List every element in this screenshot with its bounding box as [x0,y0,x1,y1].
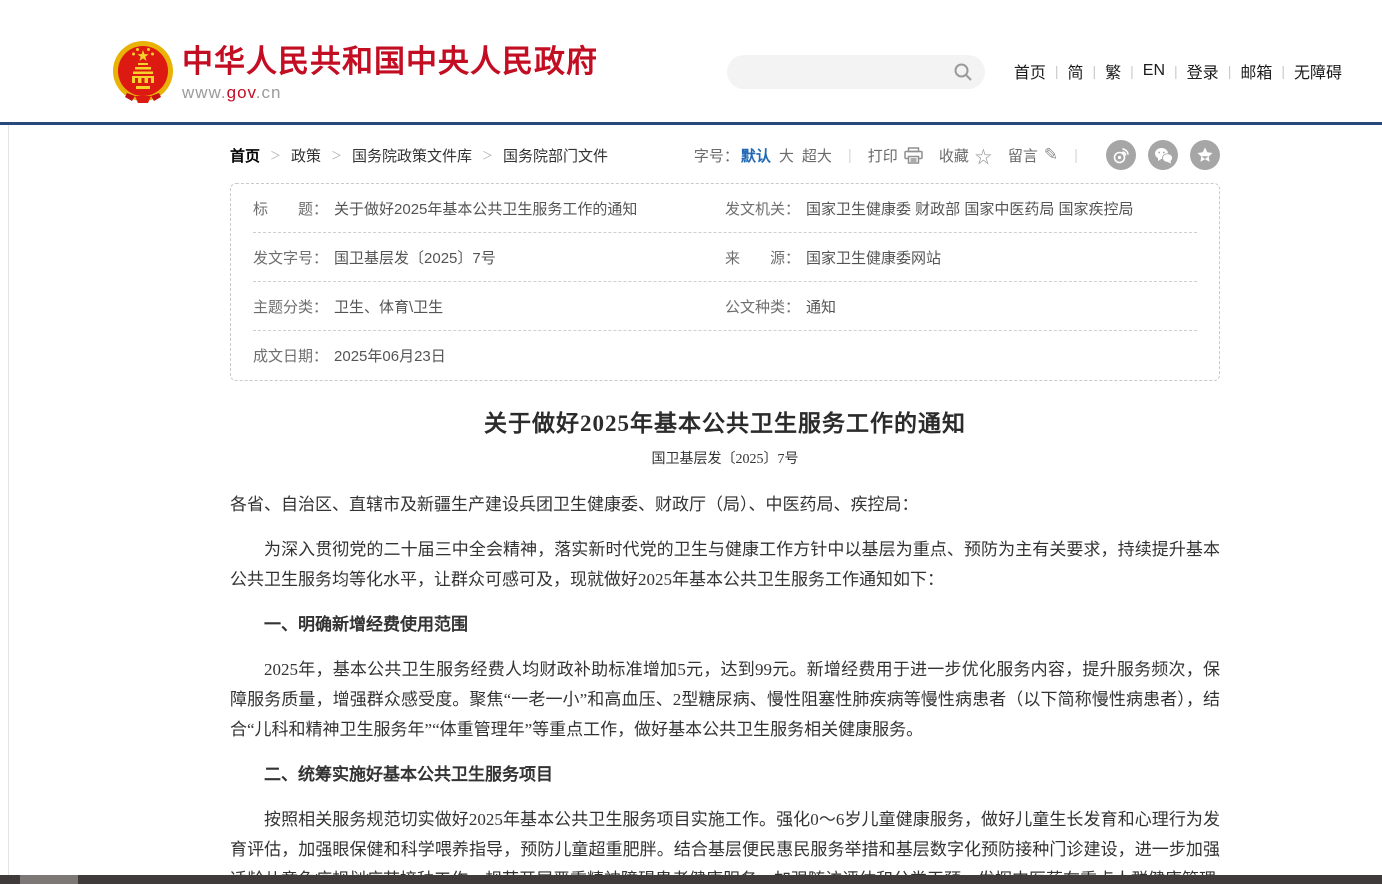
nav-link-english[interactable]: EN [1143,62,1165,80]
meta-label: 发文机关： [725,198,800,219]
article-body: 各省、自治区、直辖市及新疆生产建设兵团卫生健康委、财政厅（局）、中医药局、疾控局… [230,490,1220,884]
article-section2-heading: 二、统筹实施好基本公共卫生服务项目 [230,760,1220,790]
font-size-large-button[interactable]: 大 [779,145,794,166]
meta-row: 主题分类： 卫生、体育\卫生 公文种类： 通知 [253,282,1197,331]
article-section1-paragraph: 2025年，基本公共卫生服务经费人均财政补助标准增加5元，达到99元。新增经费用… [230,655,1220,745]
meta-value: 通知 [806,296,836,317]
meta-label: 标 题： [253,198,328,219]
meta-value: 国卫基层发〔2025〕7号 [334,247,496,268]
search-icon[interactable] [953,62,973,82]
qzone-share-button[interactable] [1190,140,1220,170]
left-border-line [8,0,9,875]
meta-issue-date: 成文日期： 2025年06月23日 [253,345,725,366]
site-identity: 中华人民共和国中央人民政府 www.gov.cn [182,44,598,103]
search-box [727,55,985,89]
national-emblem-logo[interactable] [111,40,175,106]
nav-divider: | [1055,63,1059,79]
print-label: 打印 [868,145,898,166]
meta-title: 标 题： 关于做好2025年基本公共卫生服务工作的通知 [253,198,725,219]
nav-link-login[interactable]: 登录 [1187,59,1219,83]
favorite-button[interactable]: 收藏 ☆ [939,143,992,168]
star-icon: ☆ [975,143,992,168]
article-section1-heading: 一、明确新增经费使用范围 [230,610,1220,640]
comment-button[interactable]: 留言 ✎ [1008,145,1058,166]
content-column: 首页 ＞ 政策 ＞ 国务院政策文件库 ＞ 国务院部门文件 字号： 默认 大 超大… [230,140,1220,884]
breadcrumb-home[interactable]: 首页 [230,145,260,166]
comment-label: 留言 [1008,145,1038,166]
favorite-label: 收藏 [939,145,969,166]
nav-link-home[interactable]: 首页 [1014,59,1046,83]
meta-value: 卫生、体育\卫生 [334,296,443,317]
nav-link-accessibility[interactable]: 无障碍 [1294,59,1342,83]
search-input[interactable] [743,55,943,89]
meta-doc-number: 发文字号： 国卫基层发〔2025〕7号 [253,247,725,268]
meta-row: 发文字号： 国卫基层发〔2025〕7号 来 源： 国家卫生健康委网站 [253,233,1197,282]
meta-source: 来 源： 国家卫生健康委网站 [725,247,1197,268]
national-emblem-icon [111,40,175,106]
breadcrumb-department-documents[interactable]: 国务院部门文件 [503,145,608,166]
meta-topic-category: 主题分类： 卫生、体育\卫生 [253,296,725,317]
font-size-default-button[interactable]: 默认 [741,145,771,166]
site-url-cn: .cn [256,83,282,102]
breadcrumb-separator-icon: ＞ [331,147,342,163]
article-intro-paragraph: 为深入贯彻党的二十届三中全会精神，落实新时代党的卫生与健康工作方针中以基层为重点… [230,535,1220,595]
font-size-xlarge-button[interactable]: 超大 [802,145,832,166]
meta-label: 发文字号： [253,247,328,268]
meta-label: 来 源： [725,247,800,268]
site-title: 中华人民共和国中央人民政府 [182,44,598,80]
weibo-share-button[interactable] [1106,140,1136,170]
wechat-share-button[interactable] [1148,140,1178,170]
meta-value: 2025年06月23日 [334,345,446,366]
page: 中华人民共和国中央人民政府 www.gov.cn 首页 | 简 | 繁 | EN… [0,0,1382,884]
nav-divider: | [1130,63,1134,79]
site-url-www: www. [182,83,227,102]
nav-divider: | [1174,63,1178,79]
meta-issuing-agency: 发文机关： 国家卫生健康委 财政部 国家中医药局 国家疾控局 [725,198,1197,219]
top-navigation: 首页 | 简 | 繁 | EN | 登录 | 邮箱 | 无障碍 [1014,59,1342,83]
wechat-icon [1154,147,1173,164]
print-button[interactable]: 打印 [868,145,923,166]
article-section2-paragraph: 按照相关服务规范切实做好2025年基本公共卫生服务项目实施工作。强化0～6岁儿童… [230,805,1220,884]
breadcrumb-toolbar-row: 首页 ＞ 政策 ＞ 国务院政策文件库 ＞ 国务院部门文件 字号： 默认 大 超大… [230,140,1220,170]
qzone-icon [1196,146,1214,164]
meta-row: 标 题： 关于做好2025年基本公共卫生服务工作的通知 发文机关： 国家卫生健康… [253,184,1197,233]
breadcrumb: 首页 ＞ 政策 ＞ 国务院政策文件库 ＞ 国务院部门文件 [230,145,608,166]
pencil-icon: ✎ [1044,145,1058,165]
meta-value: 国家卫生健康委网站 [806,247,941,268]
meta-label: 成文日期： [253,345,328,366]
article-salutation: 各省、自治区、直辖市及新疆生产建设兵团卫生健康委、财政厅（局）、中医药局、疾控局… [230,490,1220,520]
nav-divider: | [1281,63,1285,79]
meta-value: 国家卫生健康委 财政部 国家中医药局 国家疾控局 [806,198,1134,219]
article-doc-number: 国卫基层发〔2025〕7号 [230,448,1220,468]
scrollbar-thumb[interactable] [20,875,78,884]
breadcrumb-policy-library[interactable]: 国务院政策文件库 [352,145,472,166]
site-url-gov: gov [227,83,256,102]
article-title: 关于做好2025年基本公共卫生服务工作的通知 [230,404,1220,438]
nav-link-traditional[interactable]: 繁 [1105,59,1121,83]
weibo-icon [1112,146,1130,164]
toolbar-divider: | [1074,147,1078,164]
document-toolbar: 字号： 默认 大 超大 | 打印 [694,140,1220,170]
nav-divider: | [1093,63,1097,79]
meta-value: 关于做好2025年基本公共卫生服务工作的通知 [334,198,637,219]
printer-icon [904,147,923,164]
nav-link-simplified[interactable]: 简 [1067,59,1083,83]
document-meta-box: 标 题： 关于做好2025年基本公共卫生服务工作的通知 发文机关： 国家卫生健康… [230,183,1220,381]
footer-top-strip [0,875,1382,884]
meta-label: 公文种类： [725,296,800,317]
nav-divider: | [1228,63,1232,79]
nav-link-mail[interactable]: 邮箱 [1240,59,1272,83]
meta-label: 主题分类： [253,296,328,317]
share-buttons [1094,140,1220,170]
breadcrumb-separator-icon: ＞ [482,147,493,163]
meta-row: 成文日期： 2025年06月23日 [253,331,1197,380]
site-header: 中华人民共和国中央人民政府 www.gov.cn 首页 | 简 | 繁 | EN… [0,0,1382,125]
font-size-label: 字号： [694,145,739,166]
breadcrumb-policy[interactable]: 政策 [291,145,321,166]
breadcrumb-separator-icon: ＞ [270,147,281,163]
meta-doc-type: 公文种类： 通知 [725,296,1197,317]
toolbar-divider: | [848,147,852,164]
site-url: www.gov.cn [182,83,598,103]
